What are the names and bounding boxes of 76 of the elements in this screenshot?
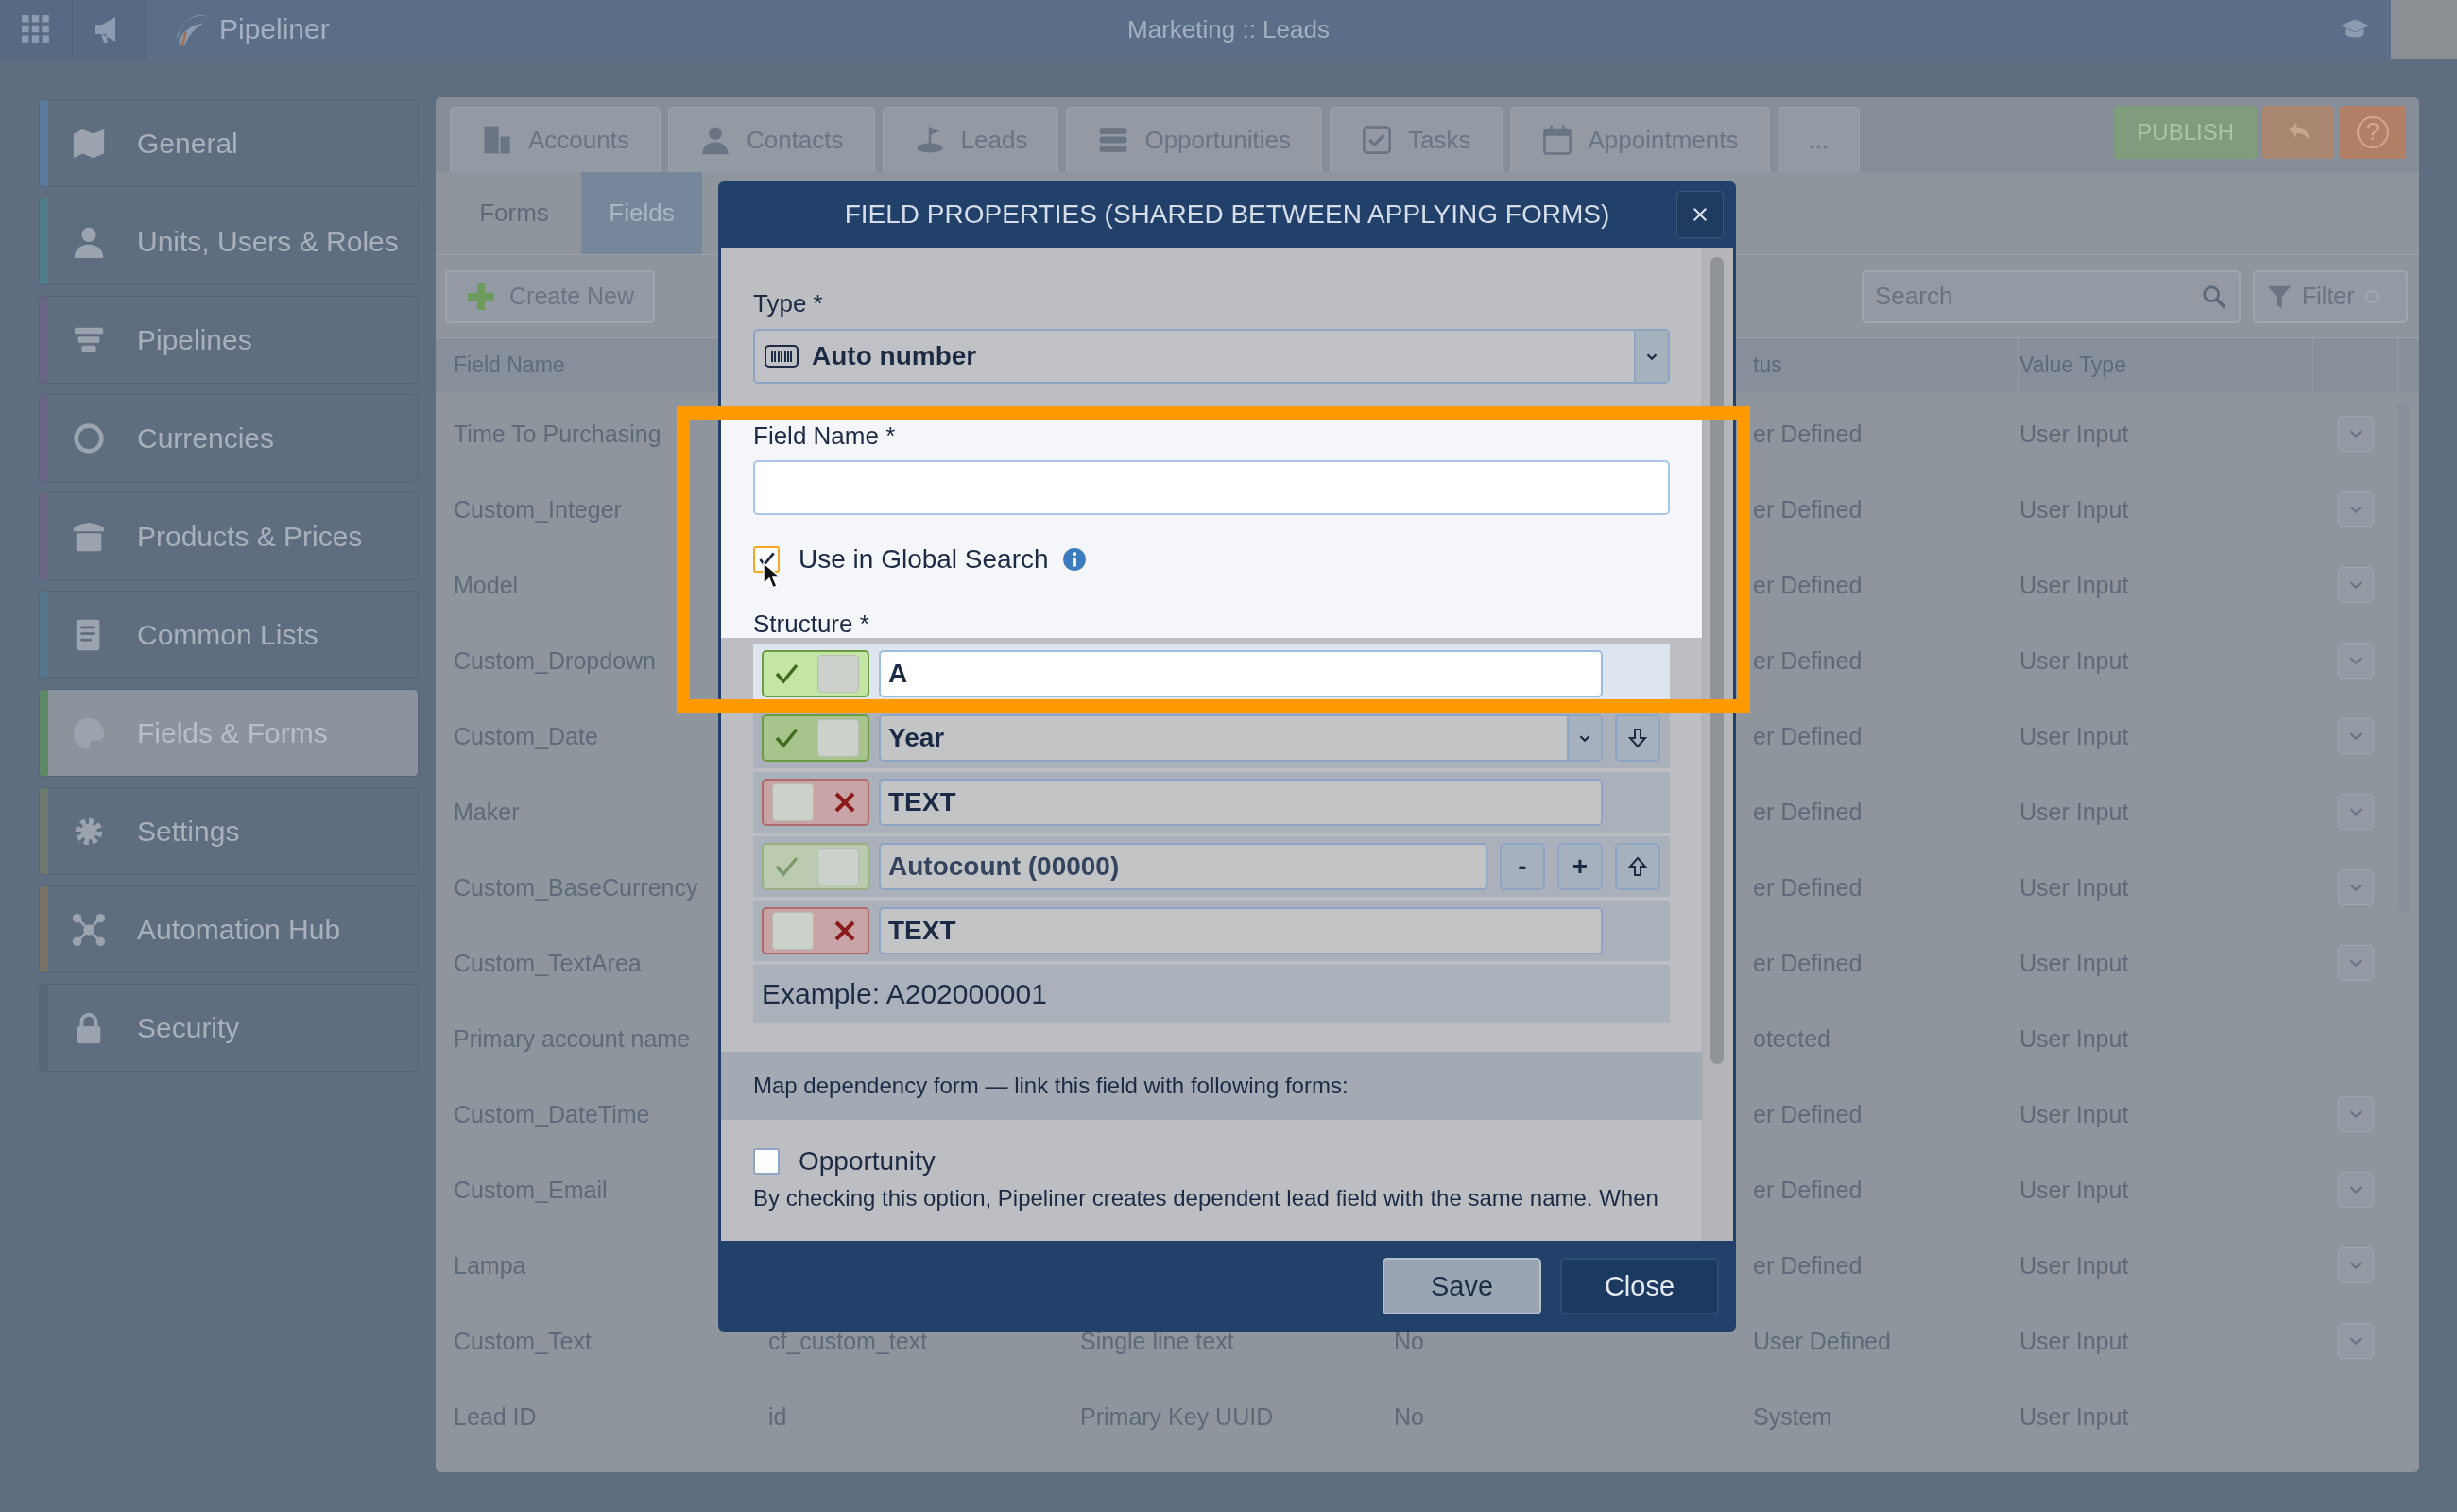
checkbox-label[interactable]: Opportunity (799, 1146, 936, 1177)
undo-button[interactable] (2262, 105, 2334, 159)
network-icon (71, 911, 107, 948)
field-label: Field Name * (753, 421, 897, 450)
sidebar-item[interactable]: General (39, 99, 419, 187)
row-menu-button[interactable] (2338, 567, 2374, 603)
avatar-photo-placeholder[interactable] (2391, 0, 2457, 59)
field-label: Type * (753, 289, 824, 318)
row-menu-button[interactable] (2338, 945, 2374, 981)
checkbox-label[interactable]: Use in Global Search (799, 544, 1049, 575)
move-down-button[interactable] (1615, 714, 1660, 762)
help-text: By checking this option, Pipeliner creates dependent lead field with the same name. When (753, 1184, 1659, 1212)
row-menu-button[interactable] (2338, 1323, 2374, 1359)
row-menu-button[interactable] (2338, 718, 2374, 754)
checkbox-icon (1361, 124, 1394, 156)
row-menu-button[interactable] (2338, 869, 2374, 905)
toggle-switch[interactable] (762, 779, 869, 826)
close-dialog-button[interactable]: Close (1560, 1258, 1719, 1314)
sidebar-label: Common Lists (137, 618, 318, 651)
sidebar-label: General (137, 127, 238, 160)
sidebar-label: Automation Hub (137, 913, 341, 946)
arrow-up-icon (1626, 855, 1649, 878)
app-name: Pipeliner (219, 13, 330, 45)
structure-select[interactable]: Year (879, 714, 1603, 762)
sidebar-label: Security (137, 1011, 240, 1044)
sidebar-label: Currencies (137, 421, 275, 455)
info-icon[interactable] (1061, 547, 1087, 572)
help-button[interactable]: ? (2340, 105, 2406, 159)
checkbox[interactable] (753, 1148, 780, 1175)
checkbox[interactable] (753, 546, 780, 573)
close-button[interactable] (1676, 191, 1724, 238)
sidebar-label: Pipelines (137, 323, 252, 356)
type-select[interactable]: Auto number (753, 329, 1670, 384)
row-menu-button[interactable] (2338, 491, 2374, 527)
field-label: Structure * (753, 610, 870, 638)
save-button[interactable]: Save (1383, 1258, 1541, 1314)
row-menu-button[interactable] (2338, 794, 2374, 830)
apps-grid-icon[interactable] (21, 14, 51, 44)
structure-text-field[interactable]: TEXT (879, 779, 1603, 826)
structure-text-field[interactable]: TEXT (879, 907, 1603, 954)
row-menu-button[interactable] (2338, 1247, 2374, 1283)
plus-icon (466, 281, 496, 312)
sidebar-item[interactable]: Pipelines (39, 296, 419, 384)
toggle-switch[interactable] (762, 907, 869, 954)
building-icon (481, 124, 513, 156)
row-menu-button[interactable] (2338, 416, 2374, 452)
sidebar-item[interactable]: Security (39, 984, 419, 1072)
dialog-title: FIELD PROPERTIES (SHARED BETWEEN APPLYING FORMS) (844, 199, 1610, 230)
field-name-input[interactable] (753, 460, 1670, 515)
sidebar-item[interactable]: Products & Prices (39, 492, 419, 580)
search-icon (2201, 283, 2227, 310)
sidebar-item[interactable]: Automation Hub (39, 885, 419, 973)
sidebar-item[interactable]: Settings (39, 787, 419, 875)
row-menu-button[interactable] (2338, 1172, 2374, 1208)
barcode-icon (765, 345, 799, 368)
scrollbar[interactable] (1710, 257, 1724, 1064)
toggle-switch[interactable] (762, 714, 869, 762)
example-text: Example: A202000001 (753, 965, 1670, 1023)
sidebar-item[interactable]: Units, Users & Roles (39, 198, 419, 285)
sidebar-item[interactable]: Currencies (39, 394, 419, 482)
row-menu-button[interactable] (2338, 1096, 2374, 1132)
sidebar-label: Products & Prices (137, 520, 363, 553)
dropdown-button[interactable] (1634, 331, 1668, 382)
structure-text-field[interactable]: A (879, 650, 1603, 697)
section-heading: Map dependency form — link this field with following forms: (753, 1073, 1349, 1099)
row-menu-button[interactable] (2338, 643, 2374, 679)
mouse-pointer-icon (762, 561, 781, 590)
toggle-switch[interactable] (762, 650, 869, 697)
arrow-down-icon (1626, 727, 1649, 749)
calendar-icon (1540, 124, 1573, 156)
tab[interactable]: ... (1777, 107, 1861, 172)
sidebar-label: Units, Users & Roles (137, 225, 399, 258)
sidebar-label: Settings (137, 815, 240, 848)
page-title: Marketing :: Leads (1127, 14, 1330, 44)
close-icon (1692, 206, 1709, 223)
sidebar-item[interactable]: Common Lists (39, 591, 419, 679)
